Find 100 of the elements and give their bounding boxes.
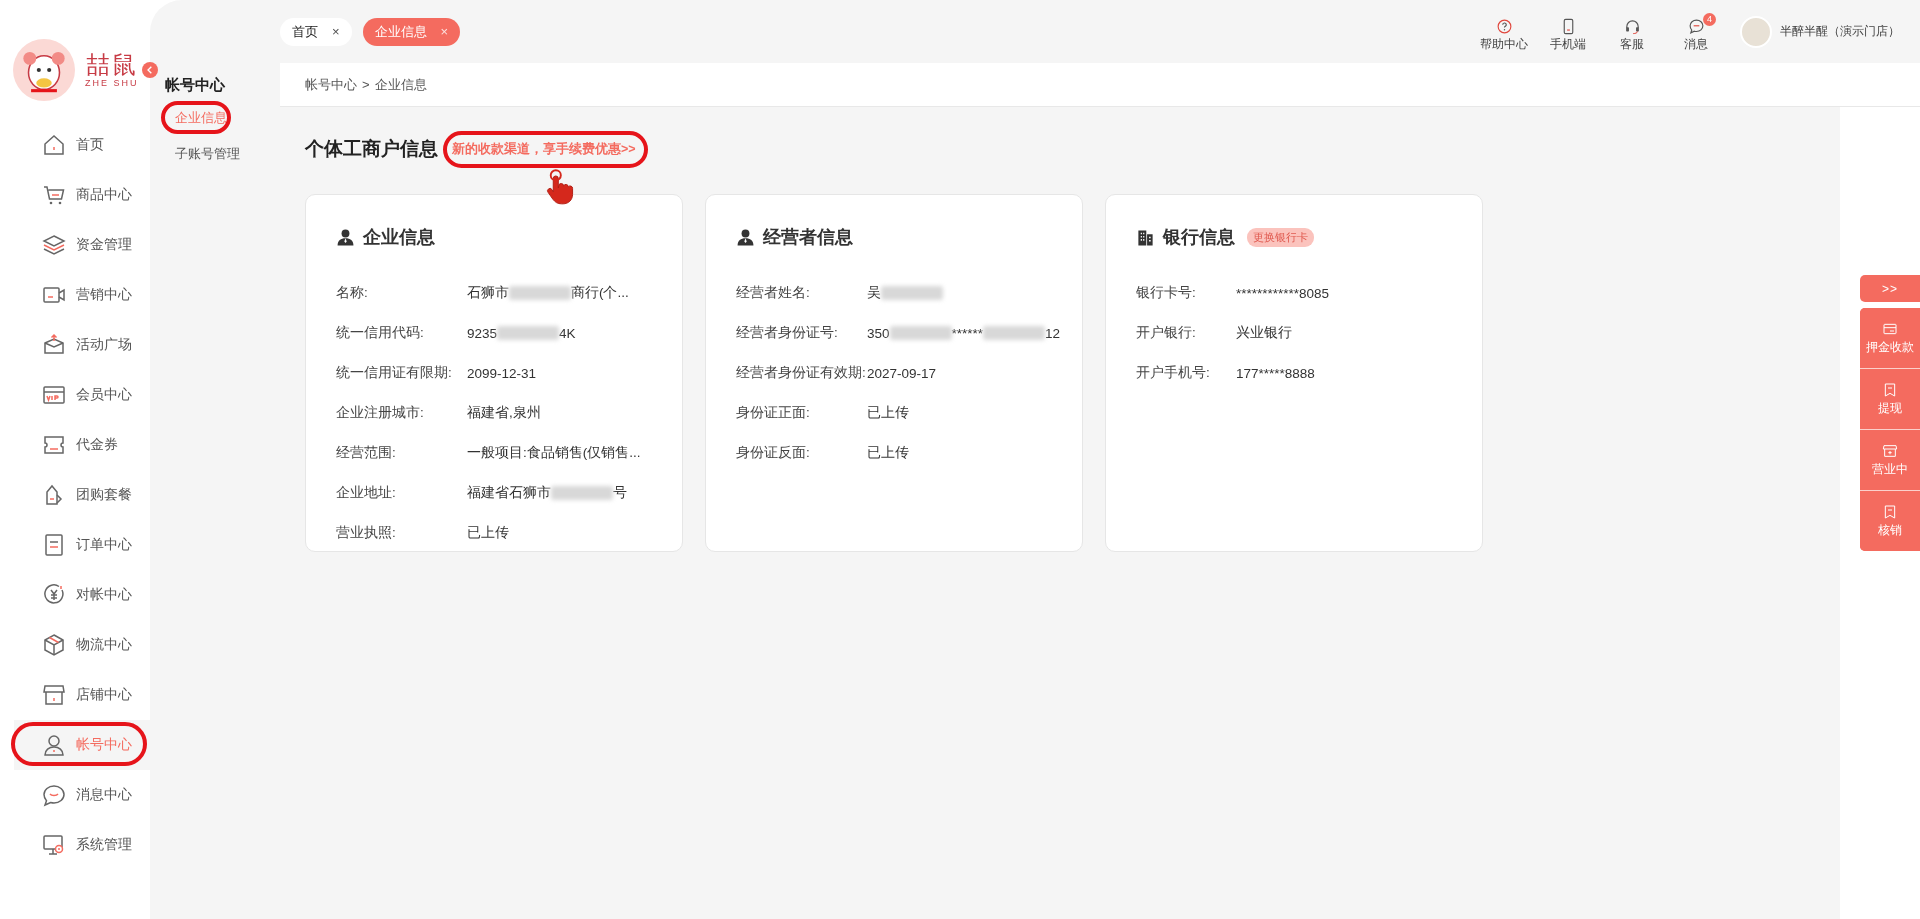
toolbar-label: 手机端 [1550, 36, 1586, 52]
field-value: 石狮市 [467, 284, 509, 302]
toolbar-button[interactable]: 消息 4 [1672, 11, 1720, 52]
toolbar-label: 消息 [1684, 36, 1708, 52]
card-icon [1882, 321, 1898, 337]
field-value: 2027-09-17 [867, 365, 937, 381]
person-icon [736, 227, 755, 247]
submenu-item[interactable]: 子账号管理 [150, 136, 270, 172]
user-name[interactable]: 半醉半醒（演示门店） [1780, 24, 1900, 39]
field-value: 12 [1045, 325, 1061, 341]
field-value: 已上传 [467, 524, 509, 542]
field-label: 银行卡号: [1136, 284, 1197, 302]
store-icon [1882, 443, 1898, 459]
sidebar-item[interactable]: 物流中心 [14, 620, 150, 670]
field-value: 福建省石狮市 [467, 484, 551, 502]
card-title: 企业信息 [363, 226, 435, 249]
page-title: 个体工商户信息 [305, 137, 438, 161]
page-tab[interactable]: 首页 × [280, 17, 352, 46]
close-icon[interactable]: × [332, 24, 340, 39]
sidebar-item[interactable]: 营销中心 [14, 270, 150, 320]
box-icon [42, 333, 66, 357]
building-icon [1136, 227, 1155, 247]
action-label: 营业中 [1872, 462, 1908, 477]
yen-icon [42, 583, 66, 607]
field-label: 经营者身份证号: [736, 324, 839, 342]
field-label: 经营者身份证有效期: [736, 364, 867, 382]
package-icon [42, 633, 66, 657]
redacted-block [551, 486, 613, 500]
field-value: 177*****8888 [1236, 365, 1315, 381]
vip-card-icon [42, 383, 66, 407]
sidebar-item[interactable]: 消息中心 [14, 770, 150, 820]
card-title: 经营者信息 [763, 226, 853, 249]
field-value: 吴 [867, 284, 881, 302]
home-icon [42, 133, 66, 157]
field-value: 9235 [467, 325, 498, 341]
redacted-block [497, 326, 560, 340]
toolbar-button[interactable]: 手机端 [1544, 11, 1592, 52]
field-value: ************8085 [1236, 285, 1330, 301]
submenu-title: 帐号中心 [164, 76, 226, 95]
cart-icon [42, 183, 66, 207]
action-label: 押金收款 [1866, 340, 1914, 355]
field-value: 已上传 [867, 444, 909, 462]
field-value: 已上传 [867, 404, 909, 422]
sidebar-item[interactable]: 资金管理 [14, 220, 150, 270]
field-value: 350 [867, 325, 890, 341]
redacted-block [983, 326, 1046, 340]
help-icon [1495, 17, 1513, 35]
sidebar-item[interactable]: 会员中心 [14, 370, 150, 420]
sidebar-item[interactable]: 首页 [14, 120, 150, 170]
redacted-block [509, 286, 571, 300]
field-label: 身份证反面: [736, 444, 811, 462]
field-value: ****** [951, 325, 984, 341]
sidebar-item[interactable]: 团购套餐 [14, 470, 150, 520]
field-value: 号 [613, 484, 627, 502]
field-label: 开户手机号: [1136, 364, 1211, 382]
user-icon [42, 733, 66, 757]
sidebar-item[interactable]: 店铺中心 [14, 670, 150, 720]
action-label: 提现 [1878, 401, 1902, 416]
breadcrumb-separator: > [362, 77, 370, 92]
monitor-gear-icon [42, 833, 66, 857]
sidebar-item[interactable]: 系统管理 [14, 820, 150, 870]
field-label: 企业注册城市: [336, 404, 425, 422]
card-title: 银行信息 [1163, 226, 1235, 249]
ticket-icon [42, 433, 66, 457]
field-value: 4K [559, 325, 576, 341]
action-label: 核销 [1878, 523, 1902, 538]
field-label: 名称: [336, 284, 369, 302]
toolbar-button[interactable]: 帮助中心 [1480, 11, 1528, 52]
sidebar-item[interactable]: 订单中心 [14, 520, 150, 570]
redacted-block [881, 286, 943, 300]
store-icon [42, 683, 66, 707]
field-label: 统一信用代码: [336, 324, 425, 342]
field-label: 统一信用证有限期: [336, 364, 453, 382]
toolbar-button[interactable]: 客服 [1608, 11, 1656, 52]
brand-subtitle: ZHE SHU [85, 78, 139, 88]
sidebar-item[interactable]: 对帐中心 [14, 570, 150, 620]
sidebar-item[interactable]: 商品中心 [14, 170, 150, 220]
redacted-block [889, 326, 952, 340]
chat-icon [1687, 17, 1705, 35]
breadcrumb-item: 企业信息 [374, 75, 427, 94]
mascot-logo-icon [13, 39, 75, 101]
chat-icon [42, 783, 66, 807]
collapse-icon[interactable] [142, 62, 158, 78]
field-value: 一般项目:食品销售(仅销售... [467, 444, 641, 462]
layers-icon [42, 233, 66, 257]
headset-icon [1623, 17, 1641, 35]
field-label: 经营者姓名: [736, 284, 811, 302]
field-label: 身份证正面: [736, 404, 811, 422]
sidebar-item[interactable]: 代金券 [14, 420, 150, 470]
breadcrumb-item[interactable]: 帐号中心 [305, 75, 357, 94]
field-label: 经营范围: [336, 444, 397, 462]
field-label: 开户银行: [1136, 324, 1197, 342]
field-value: 2099-12-31 [467, 365, 537, 381]
sidebar-item[interactable]: 活动广场 [14, 320, 150, 370]
tab-label: 企业信息 [374, 22, 427, 41]
field-label: 营业执照: [336, 524, 397, 542]
person-icon [336, 227, 355, 247]
document-icon [42, 533, 66, 557]
toolbar-label: 客服 [1620, 36, 1644, 52]
bookmark-icon [1882, 504, 1898, 520]
